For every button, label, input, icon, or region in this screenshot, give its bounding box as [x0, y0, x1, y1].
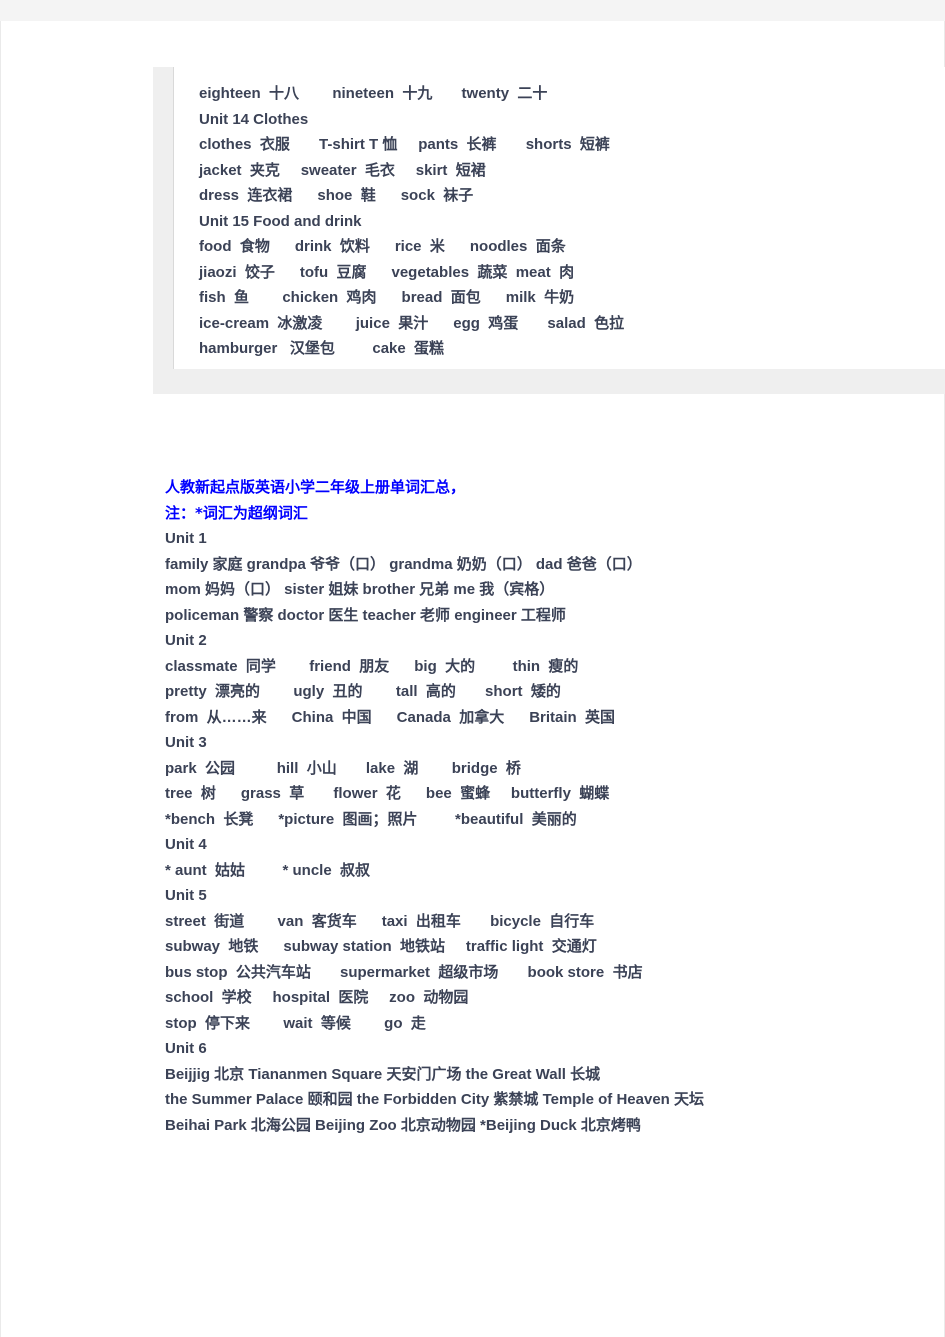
vocab-line: family 家庭 grandpa 爷爷（口） grandma 奶奶（口） da…: [165, 555, 642, 573]
vocab-line: stop 停下来 wait 等候 go 走: [165, 1014, 426, 1032]
vocab-line: bus stop 公共汽车站 supermarket 超级市场 book sto…: [165, 963, 643, 981]
excerpt-content: eighteen 十八 nineteen 十九 twenty 二十 Unit 1…: [174, 67, 945, 362]
vocab-line: dress 连衣裙 shoe 鞋 sock 袜子: [199, 187, 474, 204]
vocab-line: jacket 夹克 sweater 毛衣 skirt 短裙: [199, 161, 486, 179]
vocab-line: tree 树 grass 草 flower 花 bee 蜜蜂 butterfly…: [165, 785, 610, 802]
vocab-line: subway 地铁 subway station 地铁站 traffic lig…: [165, 938, 597, 955]
vocab-line: *bench 长凳 *picture 图画；照片 *beautiful 美丽的: [165, 810, 577, 828]
vocab-line: pretty 漂亮的 ugly 丑的 tall 高的 short 矮的: [165, 683, 561, 700]
vocab-line: ice-cream 冰激凌 juice 果汁 egg 鸡蛋 salad 色拉: [199, 314, 625, 332]
unit-heading-2: Unit 2: [165, 632, 207, 649]
vocab-line: from 从……来 China 中国 Canada 加拿大 Britain 英国: [165, 708, 616, 726]
unit-heading-1: Unit 1: [165, 530, 207, 547]
excerpt-band: eighteen 十八 nineteen 十九 twenty 二十 Unit 1…: [153, 67, 945, 394]
vocab-line: park 公园 hill 小山 lake 湖 bridge 桥: [165, 759, 521, 777]
vocab-line: school 学校 hospital 医院 zoo 动物园: [165, 989, 469, 1006]
vocab-line: fish 鱼 chicken 鸡肉 bread 面包 milk 牛奶: [199, 289, 575, 306]
unit-heading: Unit 15 Food and drink: [199, 212, 362, 230]
article-body: 人教新起点版英语小学二年级上册单词汇总， 注：*词汇为超纲词汇 Unit 1 f…: [165, 475, 940, 1138]
vocab-line: food 食物 drink 饮料 rice 米 noodles 面条: [199, 238, 566, 255]
vocab-line: eighteen 十八 nineteen 十九 twenty 二十: [199, 85, 548, 102]
vocab-line: hamburger 汉堡包 cake 蛋糕: [199, 340, 445, 357]
unit-heading: Unit 14 Clothes: [199, 110, 309, 128]
vocab-line: policeman 警察 doctor 医生 teacher 老师 engine…: [165, 606, 566, 624]
vocab-line: classmate 同学 friend 朋友 big 大的 thin 瘦的: [165, 657, 579, 675]
document-title-line-1: 人教新起点版英语小学二年级上册单词汇总，: [165, 478, 466, 496]
page-top-band: [0, 0, 945, 21]
excerpt-card: eighteen 十八 nineteen 十九 twenty 二十 Unit 1…: [173, 67, 945, 369]
unit-heading-4: Unit 4: [165, 836, 207, 853]
vocab-line: Beijjig 北京 Tiananmen Square 天安门广场 the Gr…: [165, 1065, 601, 1083]
vocab-line: street 街道 van 客货车 taxi 出租车 bicycle 自行车: [165, 912, 595, 930]
vocab-line: the Summer Palace 颐和园 the Forbidden City…: [165, 1091, 704, 1108]
vocab-line: mom 妈妈（口） sister 姐妹 brother 兄弟 me 我（宾格）: [165, 581, 555, 598]
vocab-line: jiaozi 饺子 tofu 豆腐 vegetables 蔬菜 meat 肉: [199, 263, 575, 281]
unit-heading-6: Unit 6: [165, 1040, 207, 1057]
vocab-line: * aunt 姑姑 * uncle 叔叔: [165, 861, 371, 879]
vocab-line: clothes 衣服 T-shirt T 恤 pants 长裤 shorts 短…: [199, 136, 610, 153]
vocab-line: Beihai Park 北海公园 Beijing Zoo 北京动物园 *Beij…: [165, 1116, 641, 1134]
unit-heading-5: Unit 5: [165, 887, 207, 904]
document-title-note: 注：*词汇为超纲词汇: [165, 503, 308, 522]
unit-heading-3: Unit 3: [165, 734, 207, 751]
